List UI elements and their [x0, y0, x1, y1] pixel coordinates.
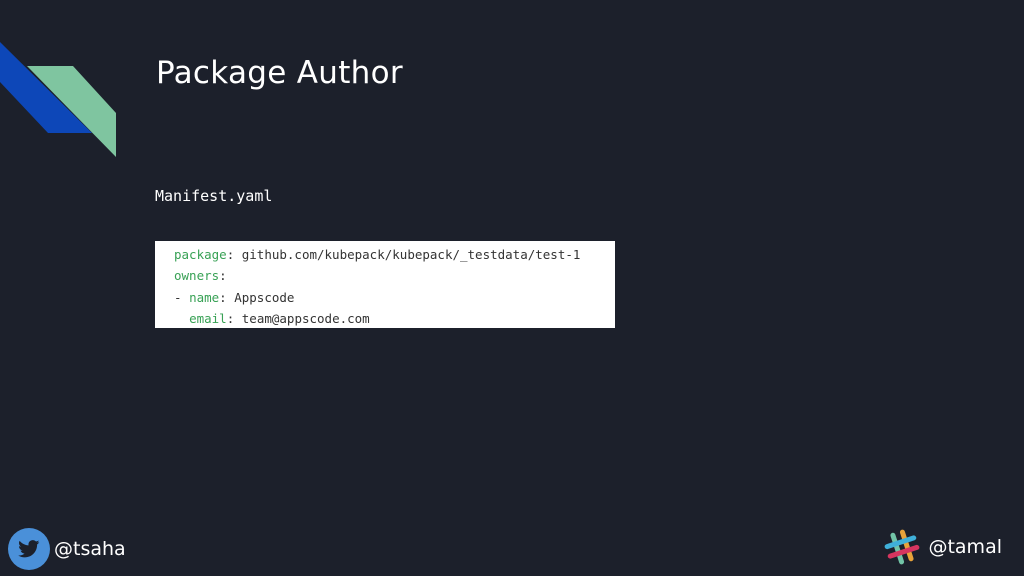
slide-title: Package Author — [156, 55, 403, 91]
twitter-handle-badge[interactable]: @tsaha — [8, 528, 126, 570]
right-handle: @tamal — [928, 536, 1002, 558]
corner-decoration — [0, 42, 116, 157]
code-snippet: package: github.com/kubepack/kubepack/_t… — [155, 241, 615, 328]
slack-handle-badge[interactable]: @tamal — [882, 527, 1002, 567]
slack-icon — [885, 529, 920, 565]
yaml-value: team@appscode.com — [241, 310, 370, 326]
yaml-value: Appscode — [234, 289, 295, 305]
code-line: - name: Appscode — [174, 289, 295, 305]
yaml-key: name — [189, 289, 220, 305]
code-line: package: github.com/kubepack/kubepack/_t… — [174, 247, 581, 262]
code-line: email: team@appscode.com — [189, 310, 370, 326]
yaml-key: owners — [174, 268, 220, 284]
code-line: owners: — [174, 268, 227, 284]
left-handle: @tsaha — [54, 538, 126, 560]
yaml-key: email — [189, 310, 227, 326]
manifest-filename: Manifest.yaml — [155, 187, 273, 205]
yaml-key: package — [174, 247, 227, 262]
yaml-value: github.com/kubepack/kubepack/_testdata/t… — [241, 247, 581, 262]
twitter-icon — [8, 528, 50, 570]
